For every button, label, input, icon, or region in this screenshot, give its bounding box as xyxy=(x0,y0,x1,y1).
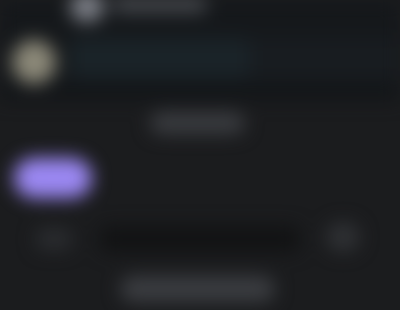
attach-button[interactable] xyxy=(30,222,78,254)
message-input[interactable] xyxy=(100,226,300,252)
message-bubble-button[interactable] xyxy=(10,154,96,202)
interaction-layer xyxy=(0,0,400,310)
send-button[interactable] xyxy=(320,218,366,256)
conversation-row-button[interactable] xyxy=(8,36,400,86)
header-avatar-button[interactable] xyxy=(66,0,110,26)
